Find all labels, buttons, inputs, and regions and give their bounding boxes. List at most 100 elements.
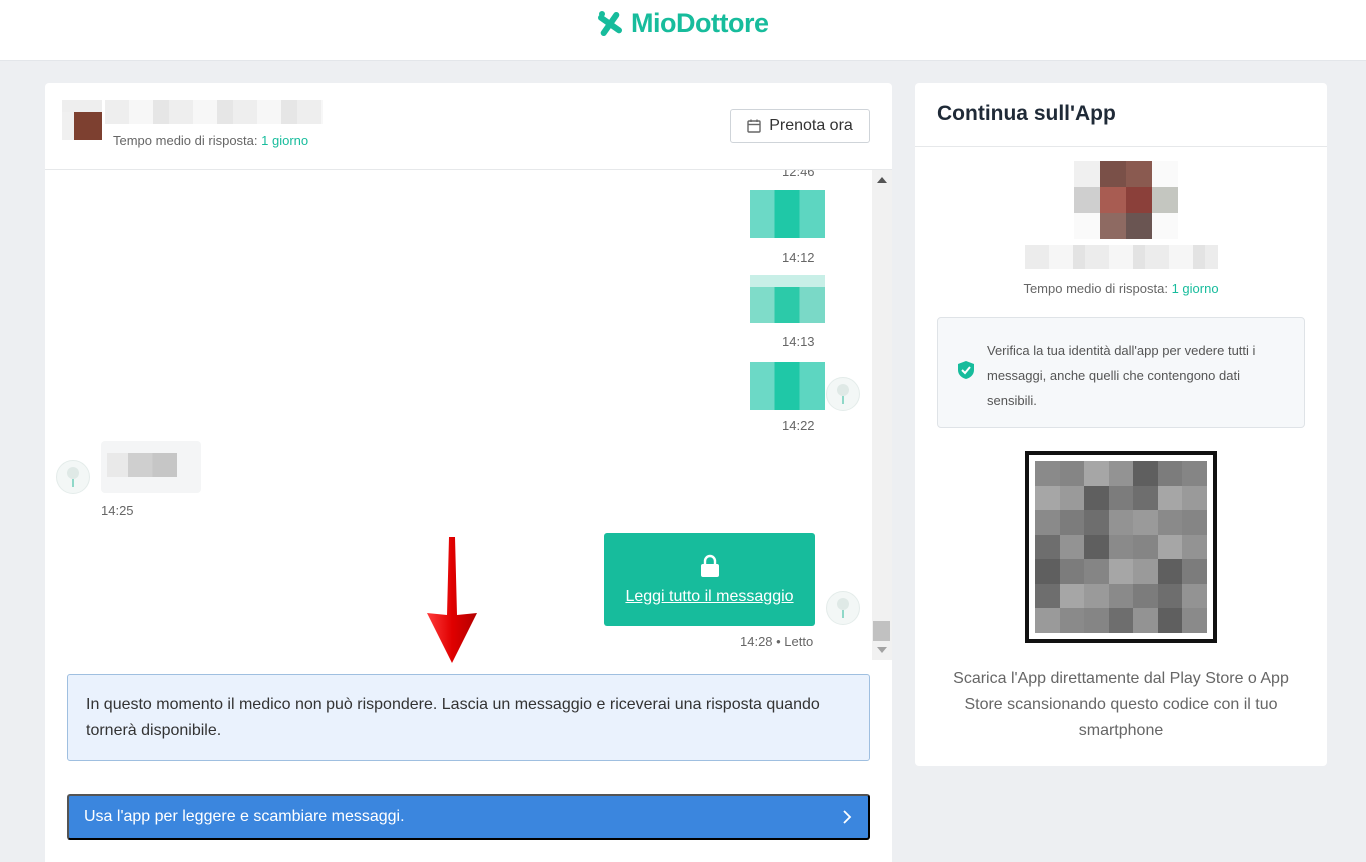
book-now-label: Prenota ora	[769, 117, 853, 134]
qr-cell	[1108, 534, 1134, 560]
doctor-unavailable-notice: In questo momento il medico non può risp…	[67, 674, 870, 761]
qr-cell	[1108, 485, 1134, 511]
qr-cell	[1059, 534, 1085, 560]
panel-title: Continua sull'App	[937, 102, 1116, 125]
qr-cell	[1182, 608, 1207, 633]
qr-cell	[1108, 461, 1134, 486]
qr-cell	[1133, 559, 1158, 584]
qr-cell	[1157, 534, 1183, 560]
patient-avatar	[826, 591, 860, 625]
qr-cell	[1035, 485, 1060, 511]
qr-cell	[1084, 583, 1109, 609]
incoming-message[interactable]	[101, 441, 201, 493]
divider	[915, 146, 1327, 147]
image-message[interactable]	[750, 275, 825, 323]
qr-cell	[1157, 510, 1183, 535]
qr-cell	[1157, 559, 1183, 584]
doctor-name-blurred[interactable]	[105, 100, 323, 124]
qr-cell	[1133, 534, 1158, 560]
chat-scrollbar[interactable]	[872, 170, 892, 660]
locked-message[interactable]: Leggi tutto il messaggio	[604, 533, 815, 626]
qr-cell	[1157, 583, 1183, 609]
qr-cell	[1133, 485, 1158, 511]
qr-cell	[1182, 510, 1207, 535]
qr-cell	[1035, 510, 1060, 535]
user-placeholder-icon	[837, 598, 849, 618]
response-time-value: 1 giorno	[261, 133, 309, 148]
response-time-label: Tempo medio di risposta:	[113, 133, 258, 148]
qr-cell	[1035, 583, 1060, 609]
qr-cell	[1059, 510, 1085, 535]
doctor-name-blurred	[1025, 245, 1218, 269]
use-app-button[interactable]: Usa l'app per leggere e scambiare messag…	[67, 794, 870, 840]
message-time: 14:13	[782, 334, 815, 349]
calendar-icon	[747, 119, 761, 133]
qr-cell	[1084, 608, 1109, 633]
brand-name: MioDottore	[631, 8, 769, 38]
user-placeholder-icon	[837, 384, 849, 404]
qr-cell	[1108, 510, 1134, 535]
read-full-message-link[interactable]: Leggi tutto il messaggio	[625, 588, 793, 606]
qr-cell	[1133, 510, 1158, 535]
user-placeholder-icon	[67, 467, 79, 487]
qr-cell	[1108, 583, 1134, 609]
qr-cell	[1059, 461, 1085, 486]
qr-cell	[1108, 559, 1134, 584]
qr-cell	[1182, 534, 1207, 560]
qr-cell	[1059, 608, 1085, 633]
top-bar: MioDottore	[0, 0, 1366, 61]
use-app-label: Usa l'app per leggere e scambiare messag…	[84, 808, 405, 825]
chevron-right-icon	[843, 810, 852, 824]
shield-check-icon	[958, 361, 974, 379]
response-time: Tempo medio di risposta: 1 giorno	[915, 281, 1327, 296]
doctor-avatar-small	[56, 460, 90, 494]
qr-cell	[1059, 559, 1085, 584]
qr-cell	[1182, 583, 1207, 609]
message-status: 14:28 • Letto	[740, 634, 814, 649]
qr-code	[1025, 451, 1217, 643]
logo[interactable]: MioDottore	[595, 8, 769, 39]
qr-cell	[1108, 608, 1134, 633]
qr-cell	[1084, 485, 1109, 511]
image-message[interactable]	[750, 190, 825, 238]
chat-header: Tempo medio di risposta: 1 giorno Prenot…	[45, 83, 892, 170]
qr-cell	[1035, 461, 1060, 486]
qr-cell	[1084, 534, 1109, 560]
scroll-thumb[interactable]	[873, 621, 890, 641]
qr-cell	[1157, 485, 1183, 511]
qr-cell	[1084, 559, 1109, 584]
qr-cell	[1182, 485, 1207, 511]
message-time: 12:46	[782, 170, 815, 179]
message-time: 14:22	[782, 418, 815, 433]
lock-icon	[700, 554, 719, 577]
book-now-button[interactable]: Prenota ora	[730, 109, 870, 143]
qr-cell	[1035, 559, 1060, 584]
qr-cell	[1157, 461, 1183, 486]
qr-cell	[1084, 510, 1109, 535]
miodottore-logo-icon	[597, 10, 623, 36]
patient-avatar	[826, 377, 860, 411]
chat-panel: Tempo medio di risposta: 1 giorno Prenot…	[45, 83, 892, 862]
qr-cell	[1133, 583, 1158, 609]
image-message[interactable]	[750, 362, 825, 410]
message-time: 14:25	[101, 503, 134, 518]
qr-cell	[1133, 608, 1158, 633]
qr-cell	[1157, 608, 1183, 633]
qr-cell	[1133, 461, 1158, 486]
response-time-value: 1 giorno	[1171, 281, 1219, 296]
annotation-arrow-icon	[427, 537, 477, 663]
scroll-down-icon[interactable]	[877, 647, 887, 653]
response-time: Tempo medio di risposta: 1 giorno	[113, 133, 308, 148]
qr-cell	[1035, 608, 1060, 633]
scroll-up-icon[interactable]	[877, 177, 887, 183]
download-app-text: Scarica l'App direttamente dal Play Stor…	[953, 670, 1289, 739]
doctor-photo	[1074, 161, 1178, 239]
continue-on-app-panel: Continua sull'App Tempo medio di rispost…	[915, 83, 1327, 766]
qr-cell	[1059, 485, 1085, 511]
qr-cell	[1182, 461, 1207, 486]
qr-cell	[1059, 583, 1085, 609]
qr-cell	[1182, 559, 1207, 584]
qr-cell	[1084, 461, 1109, 486]
qr-cell	[1035, 534, 1060, 560]
doctor-avatar[interactable]	[62, 100, 102, 140]
